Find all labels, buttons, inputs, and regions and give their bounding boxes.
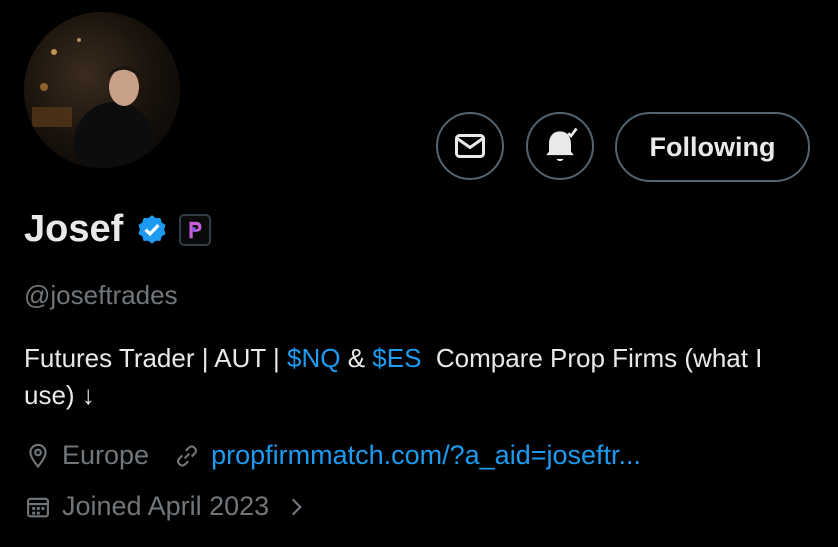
profile-meta-row: Europe propfirmmatch.com/?a_aid=joseftr.…: [24, 440, 641, 471]
mail-icon: [455, 134, 485, 158]
location-pin-icon: [29, 443, 47, 468]
calendar-icon: [27, 497, 49, 517]
location: Europe: [62, 440, 150, 470]
bio: Futures Trader | AUT | $NQ & $ES Compare…: [24, 340, 814, 414]
joined-date: Joined April 2023: [62, 491, 270, 521]
link-icon: [176, 444, 198, 467]
notifications-button[interactable]: [526, 112, 594, 180]
cashtag-nq[interactable]: $NQ: [287, 343, 340, 373]
affiliate-badge[interactable]: [179, 213, 212, 246]
bio-text: Futures Trader | AUT |: [24, 343, 288, 373]
display-name: Josef: [24, 208, 124, 250]
name-row: Josef: [24, 208, 212, 251]
website-link[interactable]: propfirmmatch.com/?a_aid=joseftr...: [211, 440, 641, 471]
cashtag-es[interactable]: $ES: [372, 343, 421, 373]
affiliate-logo-icon: [189, 221, 202, 238]
following-button[interactable]: Following: [615, 112, 810, 182]
message-button[interactable]: [436, 112, 504, 180]
bio-text: &: [340, 343, 373, 373]
bell-check-icon: [546, 127, 578, 162]
profile-header: Following Josef @joseftrades Futures Tra…: [0, 0, 838, 547]
joined-row[interactable]: Joined April 2023: [24, 491, 309, 522]
verified-badge-icon[interactable]: [135, 213, 169, 247]
chevron-right-icon[interactable]: [283, 494, 309, 520]
user-handle: @joseftrades: [24, 280, 178, 310]
avatar[interactable]: [24, 12, 180, 168]
avatar-image: [24, 12, 180, 168]
